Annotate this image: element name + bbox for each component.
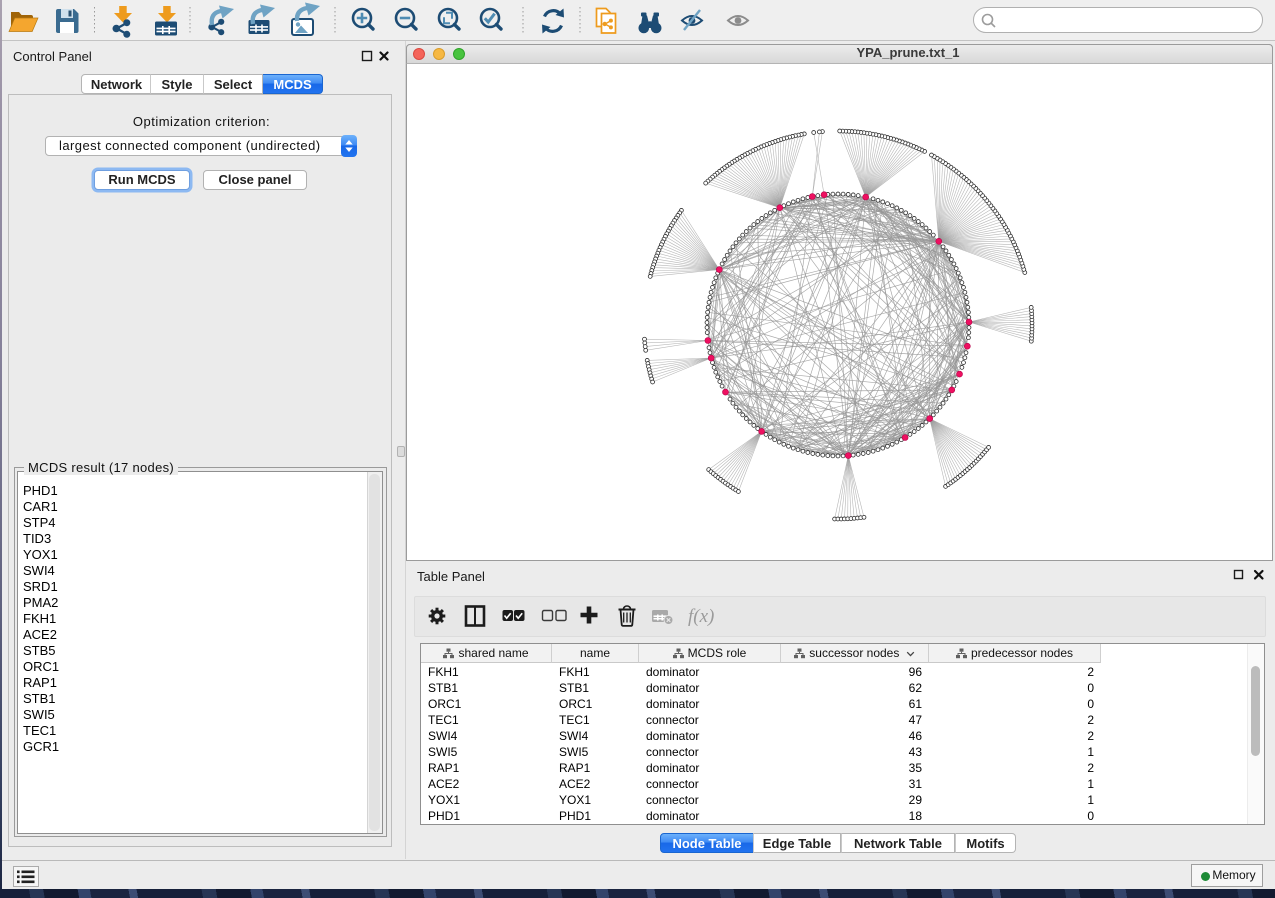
svg-text:f(x): f(x) [688,606,714,627]
